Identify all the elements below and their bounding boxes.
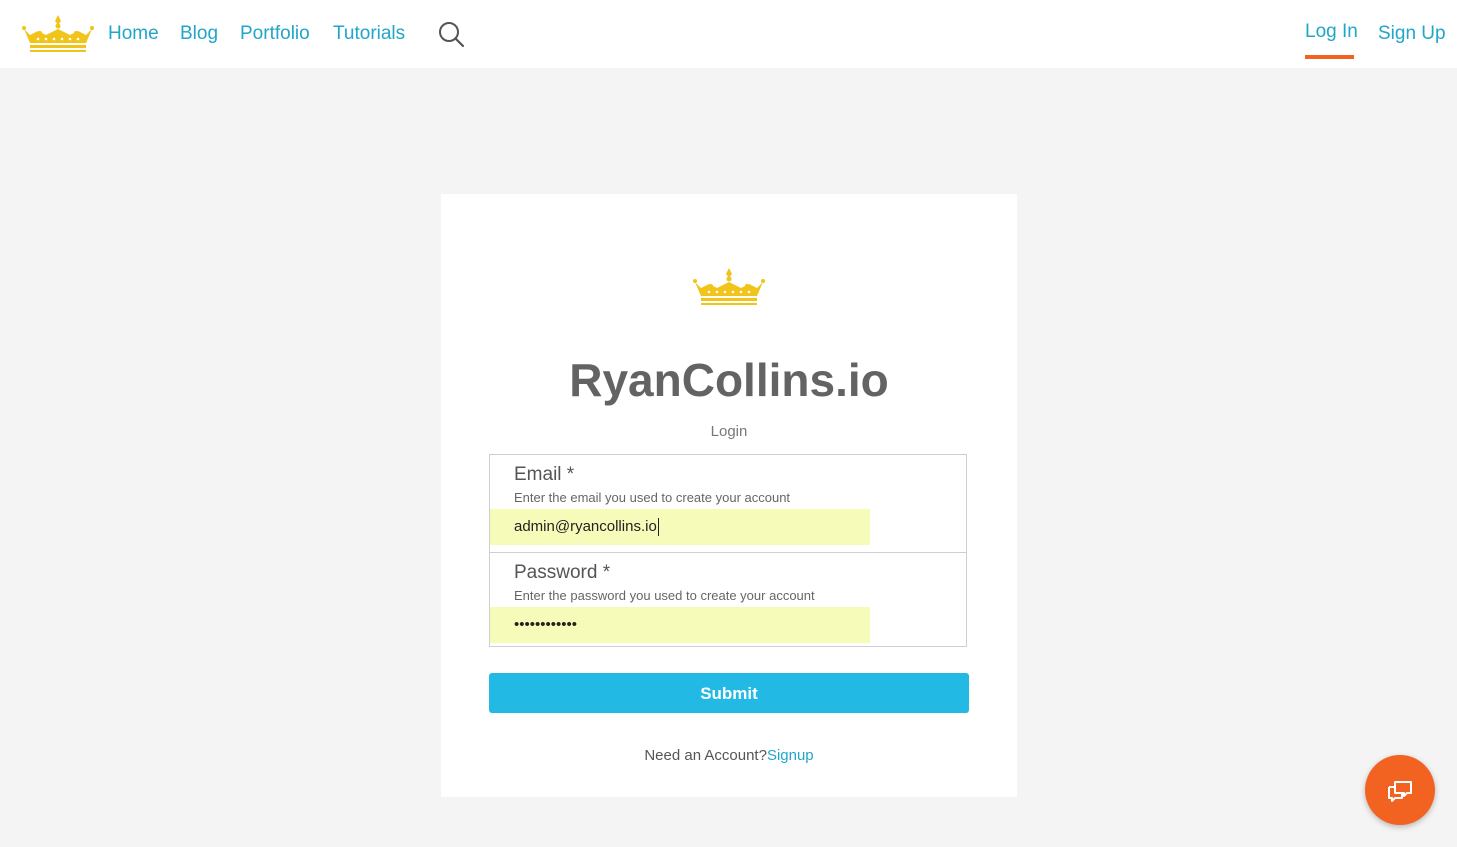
top-navbar: Home Blog Portfolio Tutorials Log In Sig…: [0, 0, 1457, 68]
email-label: Email *: [514, 464, 575, 485]
password-help-text: Enter the password you used to create yo…: [514, 588, 815, 603]
nav-blog-link[interactable]: Blog: [180, 22, 218, 46]
email-help-text: Enter the email you used to create your …: [514, 490, 791, 505]
crown-logo-icon[interactable]: [20, 13, 96, 55]
email-field-group: Email * Enter the email you used to crea…: [490, 455, 966, 551]
password-input[interactable]: ••••••••••••: [490, 607, 870, 643]
login-form: Email * Enter the email you used to crea…: [489, 454, 967, 647]
email-input-value: admin@ryancollins.io: [514, 518, 657, 535]
need-account-text: Need an Account?: [644, 747, 767, 764]
password-label: Password *: [514, 562, 611, 583]
login-link[interactable]: Log In: [1305, 20, 1358, 44]
login-card: RyanCollins.io Login Email * Enter the e…: [441, 194, 1017, 797]
crown-icon: [693, 268, 765, 305]
nav-portfolio-link[interactable]: Portfolio: [240, 22, 310, 46]
nav-home-link[interactable]: Home: [108, 22, 159, 46]
site-title: RyanCollins.io: [569, 354, 889, 406]
search-icon[interactable]: [437, 20, 465, 48]
submit-button[interactable]: Submit: [489, 673, 969, 713]
chat-icon: [1388, 781, 1412, 802]
nav-tutorials-link[interactable]: Tutorials: [333, 22, 405, 46]
chat-button[interactable]: [1365, 755, 1435, 825]
signup-link[interactable]: Signup: [767, 747, 814, 764]
login-subtitle: Login: [710, 423, 748, 440]
password-field-group: Password * Enter the password you used t…: [490, 552, 966, 649]
password-input-value: ••••••••••••: [514, 616, 578, 633]
signup-prompt: Need an Account?Signup: [441, 746, 1017, 766]
signup-nav-link[interactable]: Sign Up: [1378, 22, 1446, 46]
login-active-indicator: [1305, 55, 1354, 59]
email-input[interactable]: admin@ryancollins.io: [490, 509, 870, 545]
text-caret: [657, 518, 659, 537]
